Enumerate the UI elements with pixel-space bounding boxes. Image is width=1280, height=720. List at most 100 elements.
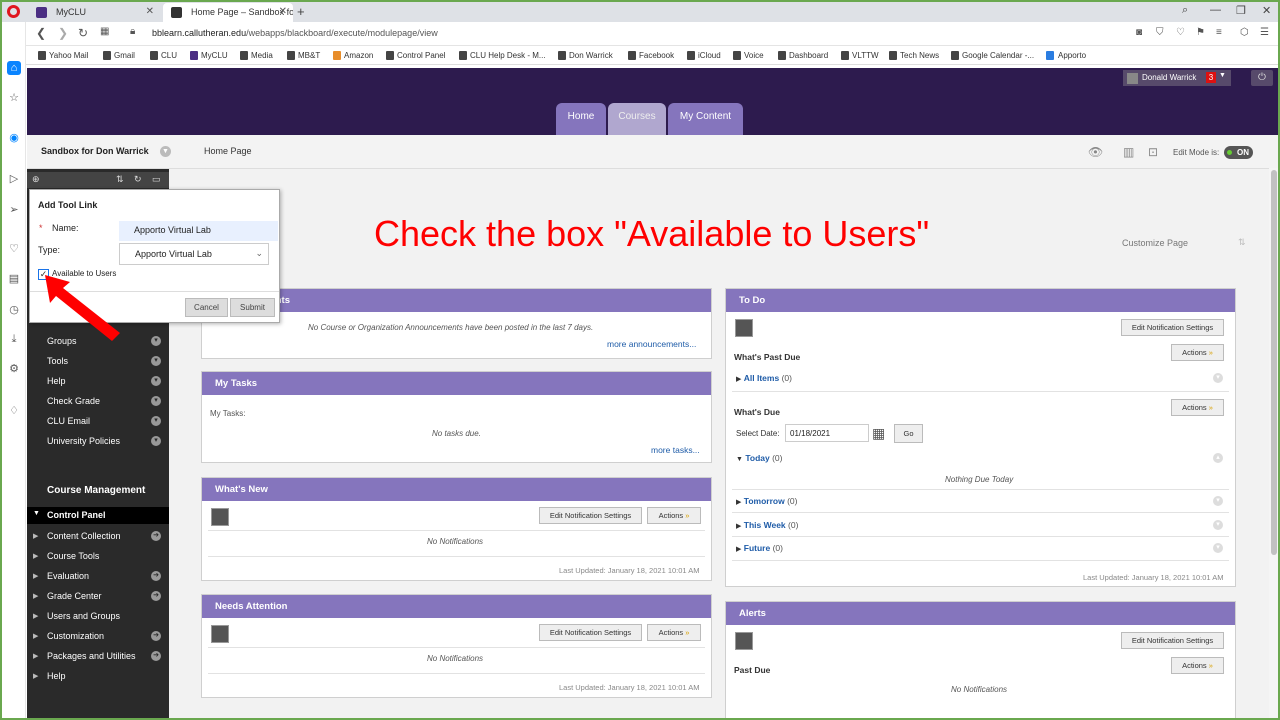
- sidebar-item-tools[interactable]: Tools ▾: [47, 356, 167, 366]
- actions-button[interactable]: Actions »: [647, 624, 701, 641]
- shield-icon[interactable]: ⛉: [1156, 27, 1164, 38]
- url-field[interactable]: bblearn.callutheran.edu/webapps/blackboa…: [152, 28, 438, 38]
- restore-icon[interactable]: ❐: [1236, 4, 1246, 17]
- actions-button[interactable]: Actions »: [647, 507, 701, 524]
- chevron-down-icon[interactable]: ▾: [1213, 543, 1223, 553]
- bookmark-gmail[interactable]: Gmail: [103, 51, 135, 60]
- all-items-link[interactable]: ▶ All Items (0): [736, 373, 792, 383]
- this-week-link[interactable]: ▶ This Week (0): [736, 520, 798, 530]
- edit-mode-toggle[interactable]: ON: [1224, 146, 1253, 159]
- heart-icon[interactable]: ♡: [7, 242, 21, 256]
- tab-my-content[interactable]: My Content: [668, 103, 743, 135]
- close-tab-icon[interactable]: ✕: [146, 6, 154, 17]
- forward-icon[interactable]: ❯: [58, 26, 68, 40]
- bookmark-vlttw[interactable]: VLTTW: [841, 51, 879, 60]
- refresh-icon[interactable]: ↻: [134, 174, 142, 185]
- back-icon[interactable]: ❮: [36, 26, 46, 40]
- sidebar-item-check-grade[interactable]: Check Grade ▾: [47, 396, 167, 406]
- browser-tab-myclu[interactable]: MyCLU ✕: [28, 3, 160, 22]
- lock-icon[interactable]: 🔒︎: [130, 26, 135, 37]
- future-link[interactable]: ▶ Future (0): [736, 543, 783, 553]
- close-window-icon[interactable]: ✕: [1262, 4, 1271, 17]
- sidebar-item-university-policies[interactable]: University Policies ▾: [47, 436, 167, 446]
- edit-notification-settings-button[interactable]: Edit Notification Settings: [1121, 632, 1224, 649]
- arrow-right-icon[interactable]: ➔: [151, 571, 161, 581]
- send-icon[interactable]: ➢: [7, 203, 21, 217]
- heart-icon[interactable]: ♡: [1176, 27, 1185, 38]
- reorder-icon[interactable]: ⇅: [116, 174, 124, 185]
- search-tabs-icon[interactable]: ⌕: [1182, 4, 1188, 17]
- submit-button[interactable]: Submit: [230, 298, 275, 317]
- bookmark-icloud[interactable]: iCloud: [687, 51, 721, 60]
- download-icon[interactable]: ⤓: [7, 332, 21, 346]
- browser-tab-home-page[interactable]: Home Page – Sandbox for ✕: [163, 3, 293, 22]
- chevron-down-icon[interactable]: ▾: [1213, 373, 1223, 383]
- go-button[interactable]: Go: [894, 424, 923, 443]
- add-menu-item-icon[interactable]: ⊕: [32, 174, 40, 185]
- calendar-icon[interactable]: ▦: [872, 424, 890, 442]
- history-icon[interactable]: ◷: [7, 303, 21, 317]
- student-preview-eye-icon[interactable]: 👁︎: [1088, 145, 1103, 159]
- tab-home[interactable]: Home: [556, 103, 606, 135]
- more-announcements-link[interactable]: more announcements...: [607, 339, 696, 349]
- chevron-down-icon[interactable]: ▾: [151, 396, 161, 406]
- chevron-down-icon[interactable]: ▾: [151, 376, 161, 386]
- speed-dial-icon[interactable]: ▦: [100, 26, 109, 37]
- bookmark-clu[interactable]: CLU: [150, 51, 177, 60]
- bookmark-facebook[interactable]: Facebook: [628, 51, 674, 60]
- customize-page-link[interactable]: Customize Page: [1122, 238, 1188, 248]
- edit-notification-settings-button[interactable]: Edit Notification Settings: [539, 624, 642, 641]
- scrollbar-thumb[interactable]: [1271, 170, 1277, 555]
- bookmark-tech-news[interactable]: Tech News: [889, 51, 939, 60]
- cp-item-course-tools[interactable]: ▶ Course Tools: [33, 551, 167, 561]
- actions-button[interactable]: Actions »: [1171, 344, 1224, 361]
- cp-item-customization[interactable]: ▶ Customization ➔: [33, 631, 167, 641]
- actions-button[interactable]: Actions »: [1171, 657, 1224, 674]
- bookmark-apporto[interactable]: Apporto: [1046, 51, 1086, 60]
- chevron-down-icon[interactable]: ▾: [151, 356, 161, 366]
- minimize-icon[interactable]: —: [1210, 4, 1221, 16]
- easy-setup-icon[interactable]: ≡: [1216, 27, 1222, 38]
- arrow-right-icon[interactable]: ➔: [151, 651, 161, 661]
- tomorrow-link[interactable]: ▶ Tomorrow (0): [736, 496, 797, 506]
- course-title[interactable]: Sandbox for Don Warrick: [41, 146, 149, 156]
- chevron-down-icon[interactable]: ▾: [151, 416, 161, 426]
- bookmark-myclu[interactable]: MyCLU: [190, 51, 228, 60]
- edit-notification-settings-button[interactable]: Edit Notification Settings: [539, 507, 642, 524]
- lightbulb-icon[interactable]: ♢: [7, 404, 21, 418]
- cp-item-content-collection[interactable]: ▶ Content Collection ➔: [33, 531, 167, 541]
- new-tab-icon[interactable]: +: [297, 4, 305, 19]
- extension-cube-icon[interactable]: ⬡: [1240, 27, 1249, 38]
- reload-icon[interactable]: ↻: [78, 26, 88, 40]
- chevron-down-icon[interactable]: ▾: [151, 436, 161, 446]
- user-menu[interactable]: Donald Warrick 3 ▼: [1123, 70, 1231, 86]
- settings-gear-icon[interactable]: ⚙: [7, 362, 21, 376]
- chevron-down-icon[interactable]: ▾: [1213, 496, 1223, 506]
- edit-notification-settings-button[interactable]: Edit Notification Settings: [1121, 319, 1224, 336]
- bookmark-amazon[interactable]: Amazon: [333, 51, 373, 60]
- bookmark-media[interactable]: Media: [240, 51, 273, 60]
- folder-view-icon[interactable]: ▭: [152, 174, 161, 185]
- cp-item-packages-and-utilities[interactable]: ▶ Packages and Utilities ➔: [33, 651, 167, 661]
- opera-logo-icon[interactable]: [7, 5, 20, 18]
- bookmark-yahoo-mail[interactable]: Yahoo Mail: [38, 51, 88, 60]
- chevron-up-icon[interactable]: ▴: [1213, 453, 1223, 463]
- cp-item-users-and-groups[interactable]: ▶ Users and Groups: [33, 611, 167, 621]
- chevron-down-icon[interactable]: ▾: [151, 336, 161, 346]
- notes-icon[interactable]: ▤: [7, 272, 21, 286]
- today-link[interactable]: ▼ Today (0): [736, 453, 782, 463]
- bookmark-google-calendar[interactable]: Google Calendar -...: [951, 51, 1034, 60]
- close-tab-icon[interactable]: ✕: [279, 6, 287, 17]
- cp-item-grade-center[interactable]: ▶ Grade Center ➔: [33, 591, 167, 601]
- chevron-down-icon[interactable]: ▾: [1213, 520, 1223, 530]
- messenger-icon[interactable]: ◉: [7, 131, 21, 145]
- actions-button[interactable]: Actions »: [1171, 399, 1224, 416]
- arrow-right-icon[interactable]: ➔: [151, 631, 161, 641]
- control-panel-heading[interactable]: ▼ Control Panel: [27, 507, 169, 524]
- cp-item-help[interactable]: ▶ Help: [33, 671, 167, 681]
- bookmark-clu-help-desk[interactable]: CLU Help Desk - M...: [459, 51, 546, 60]
- vpn-icon[interactable]: ⚑: [1196, 27, 1205, 38]
- bookmark-mbt[interactable]: MB&T: [287, 51, 320, 60]
- more-tasks-link[interactable]: more tasks...: [651, 445, 700, 455]
- date-input[interactable]: 01/18/2021: [785, 424, 869, 442]
